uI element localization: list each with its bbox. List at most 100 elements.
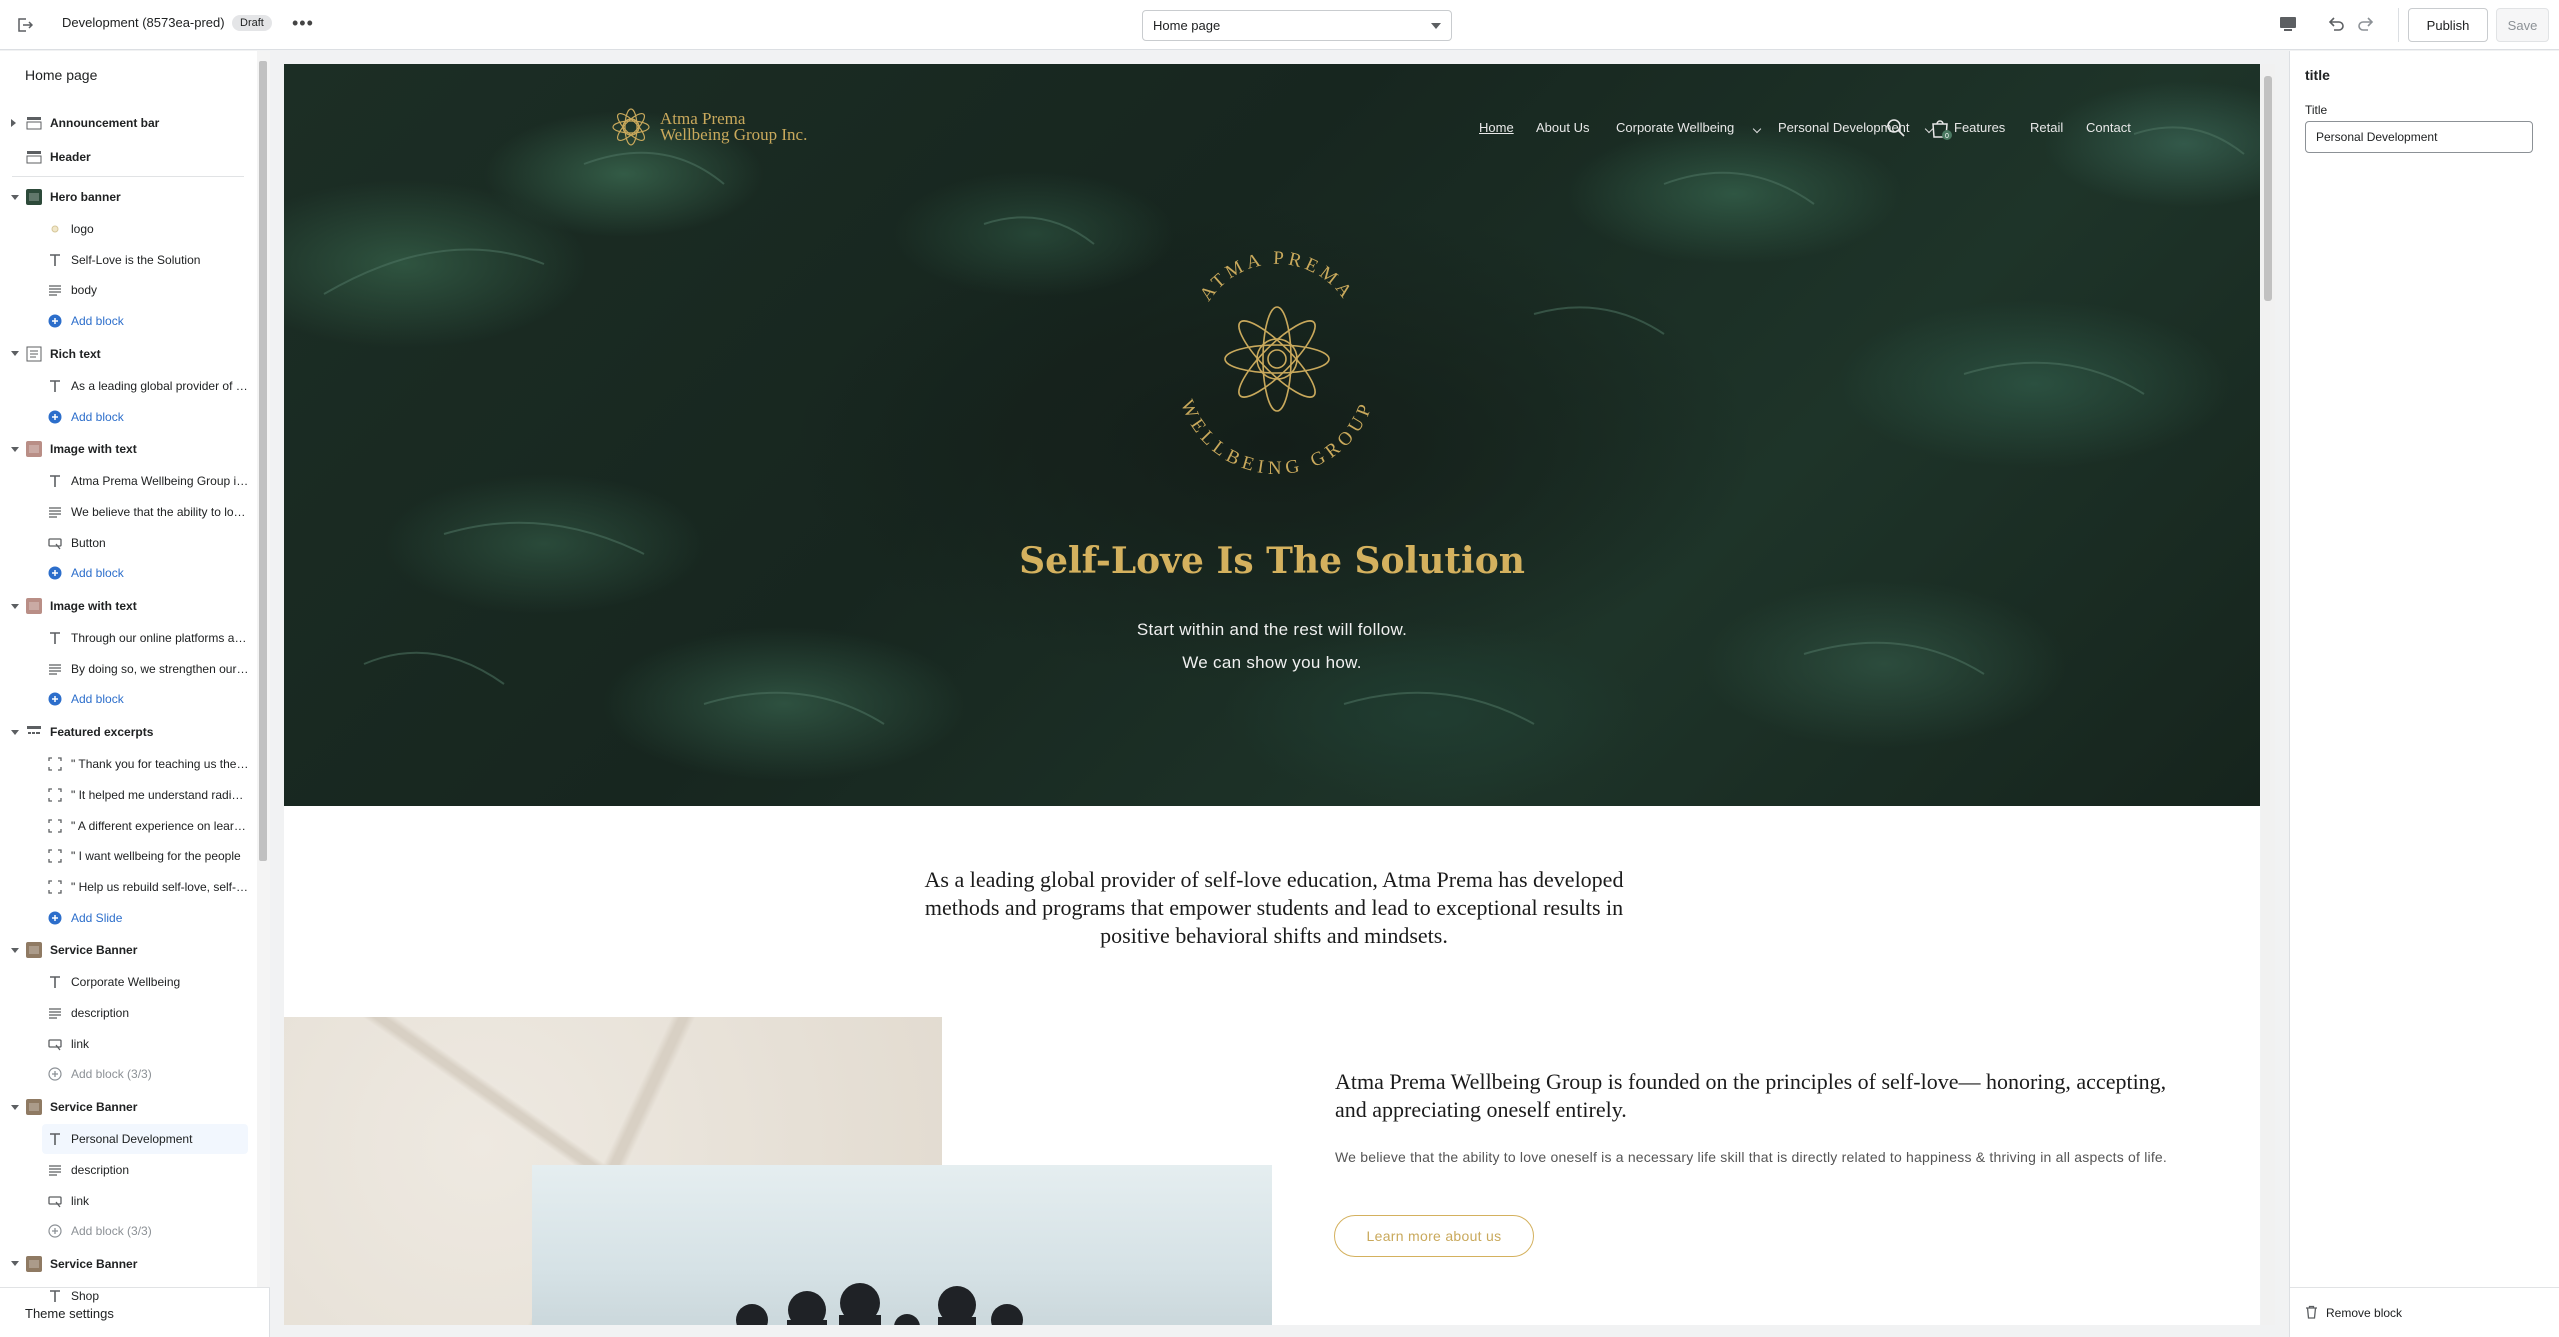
section-icon [26, 1099, 42, 1116]
undo-icon[interactable] [2326, 14, 2346, 39]
block-label: link [71, 1193, 90, 1208]
preview-scroll-thumb[interactable] [2264, 76, 2272, 301]
title-input[interactable]: Personal Development [2305, 121, 2533, 153]
more-actions-icon[interactable]: ••• [292, 13, 314, 33]
page-select[interactable]: Home page [1142, 10, 1452, 41]
sidebar-block-row[interactable]: logo [0, 214, 256, 244]
sidebar-block-row[interactable]: Through our online platforms and program… [0, 623, 256, 653]
sidebar-scrollbar[interactable] [257, 51, 270, 1287]
add-block-button[interactable]: Add block [0, 558, 256, 588]
sidebar-block-row[interactable]: link [0, 1029, 256, 1059]
collapse-arrow-icon[interactable] [11, 729, 19, 735]
section-label: Service Banner [50, 1100, 138, 1115]
sidebar-block-row[interactable]: description [0, 1155, 256, 1185]
section-label: Service Banner [50, 1256, 138, 1271]
sidebar-block-row[interactable]: As a leading global provider of self-lov… [0, 371, 256, 401]
section-icon [26, 942, 42, 959]
save-button[interactable]: Save [2496, 8, 2549, 42]
sidebar-block-row[interactable]: By doing so, we strengthen our communiti… [0, 654, 256, 684]
rich-text-section[interactable]: As a leading global provider of self-lov… [924, 866, 1624, 950]
brand-name[interactable]: Atma Prema Wellbeing Group Inc. [660, 110, 807, 143]
sidebar-block-row[interactable]: We believe that the ability to love ones… [0, 497, 256, 527]
sidebar-block-row[interactable]: " Thank you for teaching us the tools [0, 749, 256, 779]
sidebar-section-row[interactable]: Image with text [0, 589, 256, 623]
nav-features[interactable]: Features [1954, 120, 2005, 135]
section-label: Service Banner [50, 943, 138, 958]
sidebar-section-row[interactable]: Service Banner [0, 1247, 256, 1281]
paragraph-block-icon [48, 505, 62, 519]
learn-more-button[interactable]: Learn more about us [1334, 1215, 1534, 1257]
plus-circle-icon [48, 566, 62, 580]
nav-home[interactable]: Home [1479, 120, 1514, 135]
slide-block-icon [48, 757, 62, 771]
remove-block-button[interactable]: Remove block [2290, 1287, 2559, 1337]
section-label: Featured excerpts [50, 725, 154, 740]
button-block-icon [48, 1037, 62, 1051]
sidebar-block-row[interactable]: Self-Love is the Solution [0, 245, 256, 275]
sidebar-block-row[interactable]: " I want wellbeing for the people [0, 841, 256, 871]
collapse-arrow-icon[interactable] [11, 603, 19, 609]
block-label: " Thank you for teaching us the tools [71, 757, 249, 772]
exit-icon[interactable] [12, 12, 38, 38]
sidebar-section-row[interactable]: Announcement bar [0, 106, 256, 140]
block-settings-panel: title Title Personal Development Remove … [2289, 51, 2559, 1337]
collapse-arrow-icon[interactable] [11, 194, 19, 200]
collapse-arrow-icon[interactable] [11, 1261, 19, 1267]
sidebar-section-row[interactable]: Header [0, 140, 256, 174]
sidebar-block-row[interactable]: " A different experience on learning [0, 811, 256, 841]
add-block-button[interactable]: Add block [0, 306, 256, 336]
sidebar-section-row[interactable]: Service Banner [0, 1090, 256, 1124]
desktop-view-icon[interactable] [2278, 14, 2298, 39]
add-block-button[interactable]: Add Slide [0, 903, 256, 933]
sidebar-heading: Home page [25, 67, 98, 83]
hero-subtext-line1: Start within and the rest will follow. [1136, 620, 1408, 639]
sidebar-section-row[interactable]: Hero banner [0, 180, 256, 214]
section-label: Announcement bar [50, 116, 160, 130]
sidebar-section-row[interactable]: Image with text [0, 432, 256, 466]
sidebar-block-row[interactable]: " Help us rebuild self-love, self-care [0, 872, 256, 902]
title-field-label: Title [2305, 103, 2328, 117]
hero-banner[interactable]: Atma Prema Wellbeing Group Inc. Home Abo… [284, 64, 2260, 806]
sidebar-block-selected[interactable]: Personal Development [42, 1124, 248, 1155]
preview-scrollbar[interactable] [2261, 64, 2275, 1325]
plus-circle-icon [48, 692, 62, 706]
sidebar-scroll-thumb[interactable] [259, 61, 267, 861]
nav-contact[interactable]: Contact [2086, 120, 2131, 135]
text-block-icon [48, 474, 62, 488]
search-icon[interactable] [1886, 118, 1906, 143]
collapse-arrow-icon[interactable] [11, 1104, 19, 1110]
block-label: As a leading global provider of self-lov… [71, 378, 249, 393]
sidebar-block-row[interactable]: " It helped me understand radical self-l… [0, 780, 256, 810]
theme-preview: Atma Prema Wellbeing Group Inc. Home Abo… [284, 64, 2260, 1325]
sidebar-block-row[interactable]: link [0, 1186, 256, 1216]
redo-icon[interactable] [2356, 14, 2376, 39]
nav-corporate-wellbeing[interactable]: Corporate Wellbeing [1616, 120, 1734, 135]
block-label: Add Slide [71, 910, 123, 925]
add-block-button[interactable]: Add block [0, 402, 256, 432]
collapse-arrow-icon[interactable] [11, 446, 19, 452]
cart-icon[interactable]: 0 [1928, 116, 1954, 147]
nav-about-us[interactable]: About Us [1536, 120, 1589, 135]
sidebar-block-row[interactable]: Atma Prema Wellbeing Group is founded [0, 466, 256, 496]
sidebar-block-row[interactable]: Button [0, 528, 256, 558]
block-label: By doing so, we strengthen our communiti… [71, 661, 249, 676]
publish-button[interactable]: Publish [2408, 8, 2488, 42]
atma-prema-emblem: ATMA PREMA WELLBEING GROUP [1127, 224, 1427, 509]
brand-logo-icon[interactable] [606, 102, 656, 157]
plus-circle-icon [48, 911, 62, 925]
sidebar-block-row[interactable]: body [0, 275, 256, 305]
add-block-disabled: Add block (3/3) [0, 1216, 256, 1246]
sidebar-block-row[interactable]: description [0, 998, 256, 1028]
block-label: " It helped me understand radical self-l… [71, 787, 249, 802]
sidebar-section-row[interactable]: Rich text [0, 337, 256, 371]
add-block-button[interactable]: Add block [0, 684, 256, 714]
people-silhouettes [736, 1283, 1023, 1325]
collapse-arrow-icon[interactable] [11, 947, 19, 953]
theme-settings-button[interactable]: Theme settings [0, 1287, 270, 1337]
expand-arrow-icon[interactable] [11, 119, 16, 127]
collapse-arrow-icon[interactable] [11, 351, 19, 357]
sidebar-block-row[interactable]: Corporate Wellbeing [0, 967, 256, 997]
sidebar-section-row[interactable]: Featured excerpts [0, 715, 256, 749]
nav-retail[interactable]: Retail [2030, 120, 2063, 135]
sidebar-section-row[interactable]: Service Banner [0, 933, 256, 967]
